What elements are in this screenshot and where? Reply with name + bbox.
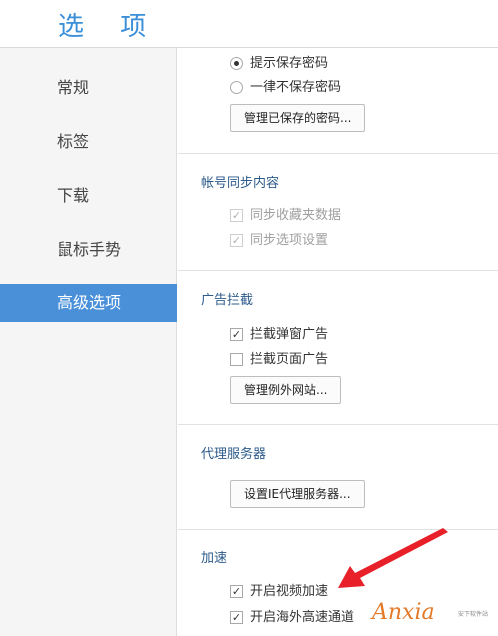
sidebar-item-advanced[interactable]: 高级选项 — [0, 284, 177, 322]
annotation-arrow-icon — [338, 528, 448, 588]
ie-proxy-settings-button[interactable]: 设置IE代理服务器... — [230, 480, 365, 508]
checkbox-checked-icon: ✓ — [230, 611, 243, 624]
radio-selected-icon — [230, 57, 243, 70]
section-divider — [178, 270, 498, 271]
section-title-acceleration: 加速 — [201, 551, 228, 566]
dialog-header: 选 项 — [0, 0, 498, 47]
sidebar: 常规 标签 下载 鼠标手势 高级选项 — [0, 48, 177, 636]
section-title-proxy: 代理服务器 — [201, 447, 267, 462]
radio-unselected-icon — [230, 81, 243, 94]
sidebar-item-downloads[interactable]: 下载 — [0, 177, 177, 215]
manage-exceptions-button[interactable]: 管理例外网站... — [230, 376, 342, 404]
section-divider — [178, 424, 498, 425]
sidebar-item-mouse-gestures[interactable]: 鼠标手势 — [0, 231, 177, 269]
page-title: 选 项 — [58, 12, 161, 42]
section-divider — [178, 153, 498, 154]
checkbox-checked-icon: ✓ — [230, 585, 243, 598]
section-title-sync: 帐号同步内容 — [201, 176, 280, 191]
section-title-adblock: 广告拦截 — [201, 293, 254, 308]
checkbox-checked-icon: ✓ — [230, 234, 243, 247]
watermark-logo: Anxia — [372, 600, 435, 625]
checkbox-unchecked-icon — [230, 353, 243, 366]
checkbox-checked-icon: ✓ — [230, 209, 243, 222]
sidebar-item-tabs[interactable]: 标签 — [0, 123, 177, 161]
watermark-subtitle: 安下软件站 — [458, 611, 489, 618]
sidebar-item-general[interactable]: 常规 — [0, 69, 177, 107]
checkbox-checked-icon: ✓ — [230, 328, 243, 341]
manage-saved-passwords-button[interactable]: 管理已保存的密码... — [230, 104, 366, 132]
